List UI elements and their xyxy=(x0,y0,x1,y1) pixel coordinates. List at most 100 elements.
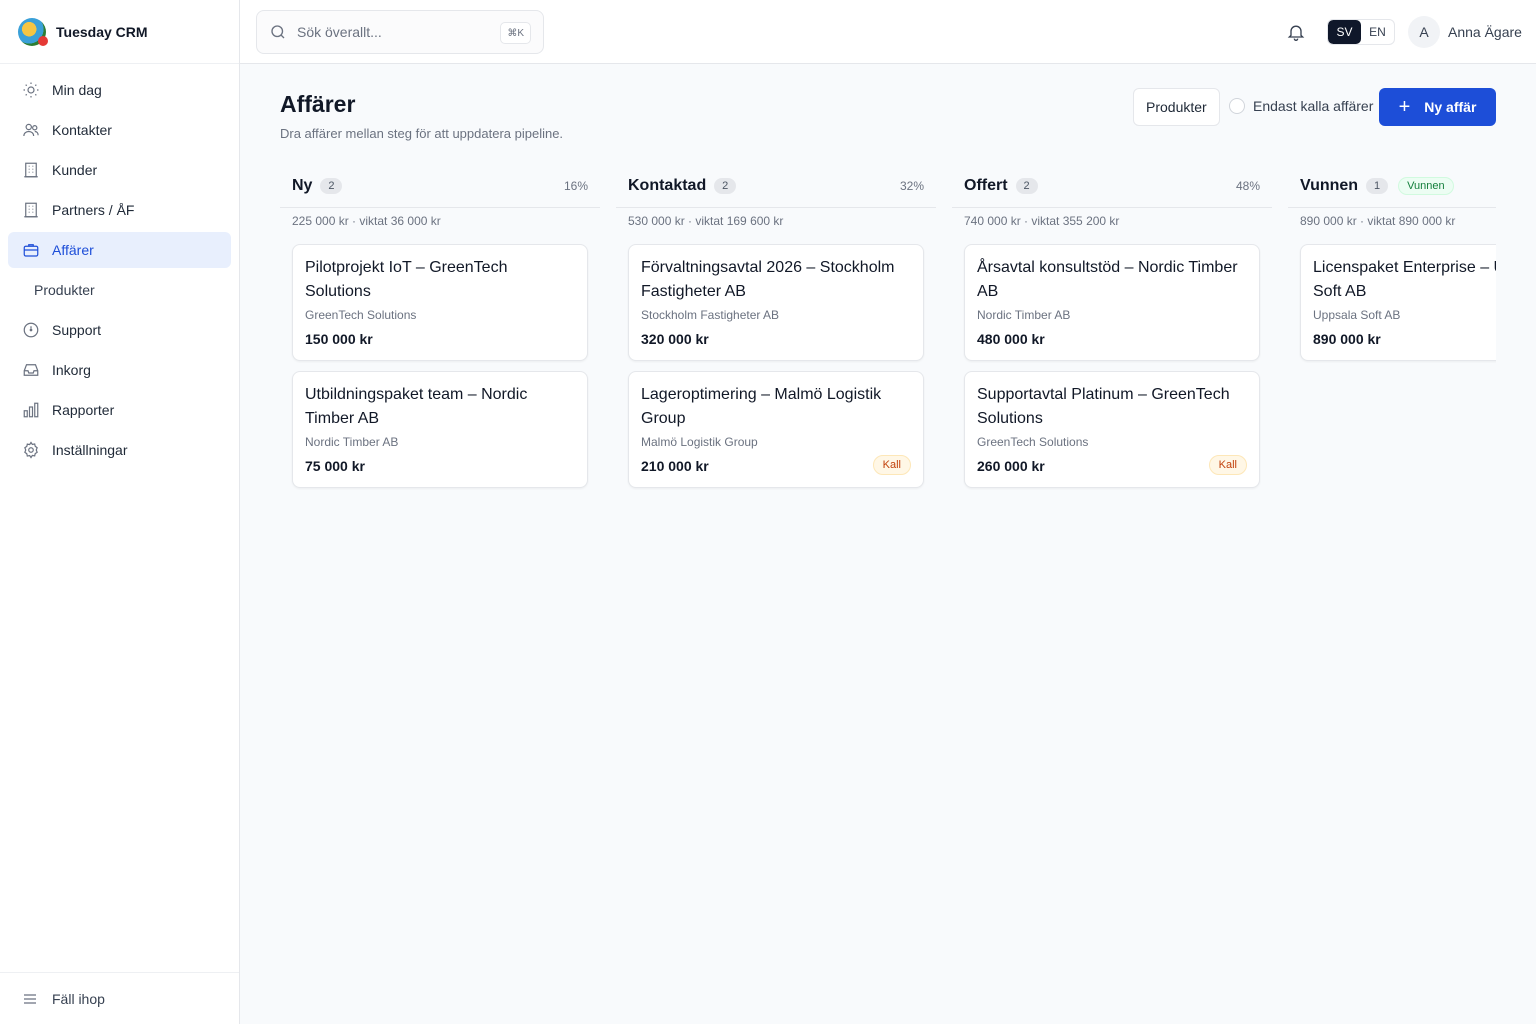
column-header: Vunnen 1 Vunnen xyxy=(1288,164,1496,208)
brand[interactable]: Tuesday CRM xyxy=(0,0,239,64)
deal-company: GreenTech Solutions xyxy=(305,308,417,322)
sidebar-item-label: Produkter xyxy=(34,282,95,298)
sidebar-item-partners[interactable]: Partners / ÅF xyxy=(8,192,231,228)
building-icon xyxy=(22,201,40,219)
lang-sv-button[interactable]: SV xyxy=(1328,20,1361,44)
deal-card[interactable]: Förvaltningsavtal 2026 – Stockholm Fasti… xyxy=(628,244,924,361)
deal-card[interactable]: Supportavtal Platinum – GreenTech Soluti… xyxy=(964,371,1260,488)
new-deal-button[interactable]: + Ny affär xyxy=(1379,88,1496,126)
page-title: Affärer xyxy=(280,91,356,117)
deal-title: Förvaltningsavtal 2026 – Stockholm Fasti… xyxy=(641,259,895,300)
deal-card[interactable]: Pilotprojekt IoT – GreenTech Solutions G… xyxy=(292,244,588,361)
bar-chart-icon xyxy=(22,401,40,419)
sidebar-item-label: Partners / ÅF xyxy=(52,202,135,218)
column-title: Ny xyxy=(292,176,313,194)
cold-deals-label: Endast kalla affärer xyxy=(1253,98,1374,114)
deal-amount: 210 000 kr xyxy=(641,458,709,474)
sidebar-item-installningar[interactable]: Inställningar xyxy=(8,432,231,468)
column-count: 1 xyxy=(1366,177,1389,194)
sidebar-subitem-produkter[interactable]: Produkter xyxy=(8,272,231,308)
sidebar-item-label: Kontakter xyxy=(52,122,112,138)
sidebar-item-min-dag[interactable]: Min dag xyxy=(8,72,231,108)
search-shortcut-hint: ⌘K xyxy=(500,22,531,44)
users-icon xyxy=(22,121,40,139)
pipeline-column-offert: Offert 2 48% 740 000 kr · viktat 355 200… xyxy=(952,164,1272,498)
menu-icon xyxy=(22,991,38,1007)
cold-tag: Kall xyxy=(1208,455,1247,475)
search-icon xyxy=(269,23,287,41)
sidebar-item-inkorg[interactable]: Inkorg xyxy=(8,352,231,388)
column-summary: 530 000 kr · viktat 169 600 kr xyxy=(628,214,784,228)
column-header: Ny 2 16% xyxy=(280,164,600,208)
sidebar-item-rapporter[interactable]: Rapporter xyxy=(8,392,231,428)
column-header: Offert 2 48% xyxy=(952,164,1272,208)
deal-amount: 150 000 kr xyxy=(305,331,373,347)
column-count: 2 xyxy=(320,177,343,194)
deal-amount: 480 000 kr xyxy=(977,331,1045,347)
sidebar-item-kontakter[interactable]: Kontakter xyxy=(8,112,231,148)
user-menu[interactable]: A Anna Ägare xyxy=(1408,16,1522,48)
pipeline-board: Ny 2 16% 225 000 kr · viktat 36 000 kr P… xyxy=(280,164,1496,504)
global-search[interactable]: ⌘K xyxy=(256,10,544,54)
app-logo xyxy=(18,17,48,46)
language-switcher: SV EN xyxy=(1327,19,1395,45)
deal-company: GreenTech Solutions xyxy=(977,435,1089,449)
deal-company: Malmö Logistik Group xyxy=(641,435,758,449)
column-title: Kontaktad xyxy=(628,176,707,194)
column-probability: 48% xyxy=(1235,178,1260,193)
sidebar-item-label: Rapporter xyxy=(52,402,115,418)
column-title: Vunnen xyxy=(1300,176,1359,194)
deal-title: Licenspaket Enterprise – Uppsala Soft AB xyxy=(1313,259,1496,300)
column-probability: 32% xyxy=(899,178,924,193)
column-header: Kontaktad 2 32% xyxy=(616,164,936,208)
sidebar-item-affarer[interactable]: Affärer xyxy=(8,232,231,268)
deal-card[interactable]: Licenspaket Enterprise – Uppsala Soft AB… xyxy=(1300,244,1496,361)
collapse-sidebar-button[interactable]: Fäll ihop xyxy=(0,972,239,1024)
deal-company: Uppsala Soft AB xyxy=(1313,308,1401,322)
sidebar-item-label: Inkorg xyxy=(52,362,91,378)
app-name: Tuesday CRM xyxy=(56,23,148,40)
lifebuoy-icon xyxy=(22,321,40,339)
deal-title: Utbildningspaket team – Nordic Timber AB xyxy=(305,386,528,427)
deal-card[interactable]: Lageroptimering – Malmö Logistik Group M… xyxy=(628,371,924,488)
deal-amount: 320 000 kr xyxy=(641,331,709,347)
sidebar-item-support[interactable]: Support xyxy=(8,312,231,348)
column-summary: 740 000 kr · viktat 355 200 kr xyxy=(964,214,1120,228)
inbox-icon xyxy=(22,361,40,379)
user-name: Anna Ägare xyxy=(1448,24,1522,40)
sidebar-item-kunder[interactable]: Kunder xyxy=(8,152,231,188)
main-content: Affärer Dra affärer mellan steg för att … xyxy=(240,64,1536,1024)
lang-en-button[interactable]: EN xyxy=(1361,20,1394,44)
column-title: Offert xyxy=(964,176,1008,194)
bell-icon[interactable] xyxy=(1286,22,1306,42)
gear-icon xyxy=(22,441,40,459)
deal-amount: 75 000 kr xyxy=(305,458,365,474)
radio-circle[interactable] xyxy=(1229,98,1245,114)
pipeline-column-ny: Ny 2 16% 225 000 kr · viktat 36 000 kr P… xyxy=(280,164,600,498)
search-input[interactable] xyxy=(297,24,497,40)
sidebar-item-label: Support xyxy=(52,322,102,338)
topbar: ⌘K SV EN A Anna Ägare xyxy=(240,0,1536,64)
deal-title: Supportavtal Platinum – GreenTech Soluti… xyxy=(977,386,1230,427)
briefcase-icon xyxy=(22,241,40,259)
building-icon xyxy=(22,161,40,179)
deal-card[interactable]: Utbildningspaket team – Nordic Timber AB… xyxy=(292,371,588,488)
deal-company: Nordic Timber AB xyxy=(305,435,399,449)
deal-company: Stockholm Fastigheter AB xyxy=(641,308,780,322)
plus-icon: + xyxy=(1398,96,1411,118)
deal-card[interactable]: Årsavtal konsultstöd – Nordic Timber AB … xyxy=(964,244,1260,361)
cold-tag: Kall xyxy=(872,455,911,475)
deal-company: Nordic Timber AB xyxy=(977,308,1071,322)
column-count: 2 xyxy=(714,177,737,194)
column-count: 2 xyxy=(1015,177,1038,194)
products-button[interactable]: Produkter xyxy=(1133,88,1220,126)
sidebar: Tuesday CRM Min dag Kontakter Kunder Par… xyxy=(0,0,240,1024)
column-probability: 16% xyxy=(563,178,588,193)
deal-title: Årsavtal konsultstöd – Nordic Timber AB xyxy=(977,259,1238,300)
cold-deals-toggle[interactable]: Endast kalla affärer xyxy=(1229,98,1373,114)
page-subtitle: Dra affärer mellan steg för att uppdater… xyxy=(280,126,564,141)
column-summary: 225 000 kr · viktat 36 000 kr xyxy=(292,214,441,228)
deal-amount: 890 000 kr xyxy=(1313,331,1381,347)
deal-title: Lageroptimering – Malmö Logistik Group xyxy=(641,386,882,427)
pipeline-column-vunnen: Vunnen 1 Vunnen 890 000 kr · viktat 890 … xyxy=(1288,164,1496,371)
